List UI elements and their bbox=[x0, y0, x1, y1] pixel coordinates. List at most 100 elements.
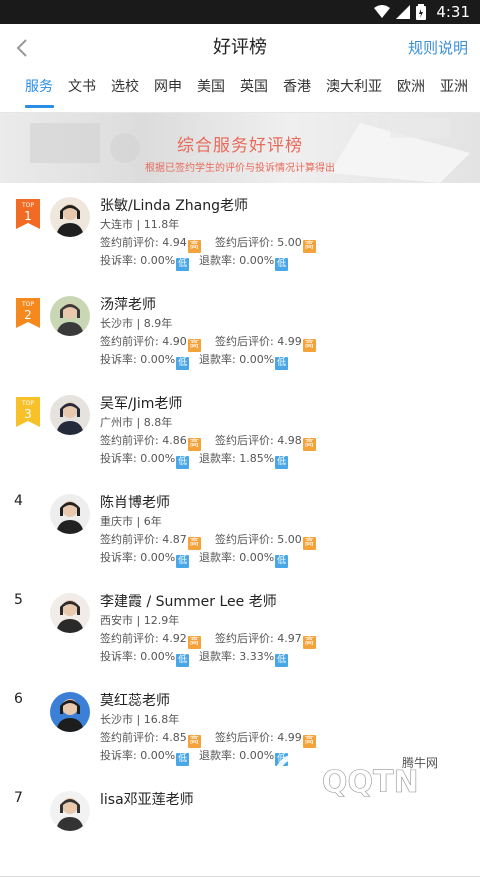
pre-sign-rating-value: 4.86 bbox=[162, 434, 187, 447]
complaint-rate-label: 投诉率: bbox=[100, 353, 137, 366]
refund-rate-label: 退款率: bbox=[199, 452, 236, 465]
high-badge: 高 bbox=[302, 537, 316, 550]
complaint-rate-value: 0.00% bbox=[140, 353, 176, 366]
advisor-name: lisa邓亚莲老师 bbox=[100, 792, 194, 808]
complaint-rate-label: 投诉率: bbox=[100, 254, 137, 267]
pre-sign-rating: 签约前评价: 4.90 高 bbox=[100, 333, 201, 352]
pre-sign-rating-label: 签约前评价: bbox=[100, 533, 159, 546]
rank-number: 5 bbox=[14, 592, 23, 608]
ranking-banner: 综合服务好评榜 根据已签约学生的评价与投诉情况计算得出 bbox=[0, 113, 480, 183]
avatar bbox=[50, 296, 90, 336]
tab-hongkong[interactable]: 香港 bbox=[283, 72, 311, 112]
post-sign-rating-label: 签约后评价: bbox=[215, 533, 274, 546]
tab-europe[interactable]: 欧洲 bbox=[397, 72, 425, 112]
low-badge: 低 bbox=[176, 258, 190, 271]
post-sign-rating: 签约后评价: 4.99 高 bbox=[215, 333, 316, 352]
high-badge: 高 bbox=[302, 438, 316, 451]
avatar bbox=[50, 692, 90, 732]
tab-asia[interactable]: 亚洲 bbox=[440, 72, 468, 112]
high-badge: 高 bbox=[302, 240, 316, 253]
avatar bbox=[50, 197, 90, 237]
status-time: 4:31 bbox=[436, 3, 470, 21]
ranking-row[interactable]: TOP 2 汤萍老师 长沙市 | 8.9年 签约前评价: 4.90 高 签约后评价:… bbox=[0, 282, 480, 382]
tab-online-application[interactable]: 网申 bbox=[154, 72, 182, 112]
pre-sign-rating-value: 4.85 bbox=[162, 731, 187, 744]
complaint-rate-label: 投诉率: bbox=[100, 551, 137, 564]
advisor-name: 汤萍老师 bbox=[100, 297, 156, 313]
post-sign-rating: 签约后评价: 4.97 高 bbox=[215, 630, 316, 649]
svg-text:QQTN: QQTN bbox=[322, 765, 419, 800]
banner-subtitle: 根据已签约学生的评价与投诉情况计算得出 bbox=[145, 163, 335, 174]
post-sign-rating-label: 签约后评价: bbox=[215, 632, 274, 645]
post-sign-rating: 签约后评价: 4.98 高 bbox=[215, 432, 316, 451]
rank-number: 6 bbox=[14, 691, 23, 707]
refund-rate: 退款率: 0.00% 低 bbox=[199, 549, 289, 568]
back-button[interactable] bbox=[6, 32, 38, 64]
complaint-rate: 投诉率: 0.00% 低 bbox=[100, 747, 190, 766]
status-bar: 4:31 bbox=[0, 0, 480, 24]
top-label: TOP bbox=[21, 400, 34, 407]
post-sign-rating-value: 5.00 bbox=[277, 533, 302, 546]
category-tabs: 服务 文书 选校 网申 美国 英国 香港 澳大利亚 欧洲 亚洲 bbox=[0, 72, 480, 113]
advisor-name: 张敏/Linda Zhang老师 bbox=[100, 198, 248, 214]
rank-number: 2 bbox=[24, 308, 32, 322]
refund-rate-label: 退款率: bbox=[199, 650, 236, 663]
app-header: 好评榜 规则说明 bbox=[0, 24, 480, 72]
site-watermark: QQTN 腾牛网 bbox=[262, 742, 480, 803]
tab-school-selection[interactable]: 选校 bbox=[111, 72, 139, 112]
low-badge: 低 bbox=[176, 456, 190, 469]
wifi-icon bbox=[374, 5, 391, 18]
ranking-row[interactable]: TOP 3 吴军/Jim老师 广州市 | 8.8年 签约前评价: 4.86 高 签约… bbox=[0, 381, 480, 481]
tab-uk[interactable]: 英国 bbox=[240, 72, 268, 112]
pre-sign-rating-label: 签约前评价: bbox=[100, 434, 159, 447]
avatar bbox=[50, 593, 90, 633]
advisor-location-experience: 大连市 | 11.8年 bbox=[100, 218, 180, 231]
advisor-name: 李建霞 / Summer Lee 老师 bbox=[100, 594, 277, 610]
rank-number: 1 bbox=[24, 209, 32, 223]
tab-documents[interactable]: 文书 bbox=[68, 72, 96, 112]
complaint-rate: 投诉率: 0.00% 低 bbox=[100, 549, 190, 568]
pre-sign-rating: 签约前评价: 4.86 高 bbox=[100, 432, 201, 451]
ranking-row[interactable]: 5 李建霞 / Summer Lee 老师 西安市 | 12.9年 签约前评价: … bbox=[0, 579, 480, 679]
refund-rate-label: 退款率: bbox=[199, 749, 236, 762]
complaint-rate-value: 0.00% bbox=[140, 254, 176, 267]
signal-icon bbox=[396, 5, 411, 19]
advisor-location-experience: 长沙市 | 8.9年 bbox=[100, 317, 173, 330]
post-sign-rating-value: 4.97 bbox=[277, 632, 302, 645]
high-badge: 高 bbox=[302, 636, 316, 649]
post-sign-rating-label: 签约后评价: bbox=[215, 335, 274, 348]
refund-rate-label: 退款率: bbox=[199, 254, 236, 267]
complaint-rate-label: 投诉率: bbox=[100, 452, 137, 465]
watermark-brand: 腾牛网 bbox=[402, 755, 438, 770]
low-badge: 低 bbox=[275, 258, 289, 271]
complaint-rate-value: 0.00% bbox=[140, 749, 176, 762]
refund-rate-value: 0.00% bbox=[239, 551, 275, 564]
low-badge: 低 bbox=[275, 357, 289, 370]
top-rank-ribbon-icon: TOP 1 bbox=[16, 199, 40, 229]
low-badge: 低 bbox=[176, 753, 190, 766]
refund-rate-value: 1.85% bbox=[239, 452, 275, 465]
low-badge: 低 bbox=[176, 555, 190, 568]
pre-sign-rating-label: 签约前评价: bbox=[100, 236, 159, 249]
low-badge: 低 bbox=[176, 654, 190, 667]
avatar bbox=[50, 791, 90, 831]
complaint-rate-value: 0.00% bbox=[140, 551, 176, 564]
pre-sign-rating: 签约前评价: 4.87 高 bbox=[100, 531, 201, 550]
tab-usa[interactable]: 美国 bbox=[197, 72, 225, 112]
refund-rate: 退款率: 0.00% 低 bbox=[199, 351, 289, 370]
complaint-rate: 投诉率: 0.00% 低 bbox=[100, 252, 190, 271]
refund-rate: 退款率: 3.33% 低 bbox=[199, 648, 289, 667]
low-badge: 低 bbox=[275, 555, 289, 568]
rules-link[interactable]: 规则说明 bbox=[408, 24, 468, 72]
ranking-row[interactable]: TOP 1 张敏/Linda Zhang老师 大连市 | 11.8年 签约前评价:… bbox=[0, 183, 480, 283]
avatar bbox=[50, 395, 90, 435]
advisor-name: 莫红蕊老师 bbox=[100, 693, 170, 709]
advisor-location-experience: 广州市 | 8.8年 bbox=[100, 416, 173, 429]
post-sign-rating-label: 签约后评价: bbox=[215, 236, 274, 249]
tab-australia[interactable]: 澳大利亚 bbox=[326, 72, 382, 112]
advisor-location-experience: 重庆市 | 6年 bbox=[100, 515, 162, 528]
rank-number: 4 bbox=[14, 493, 23, 509]
ranking-row[interactable]: 4 陈肖博老师 重庆市 | 6年 签约前评价: 4.87 高 签约后评价: 5.00… bbox=[0, 480, 480, 580]
advisor-location-experience: 长沙市 | 16.8年 bbox=[100, 713, 180, 726]
rank-number: 3 bbox=[24, 407, 32, 421]
